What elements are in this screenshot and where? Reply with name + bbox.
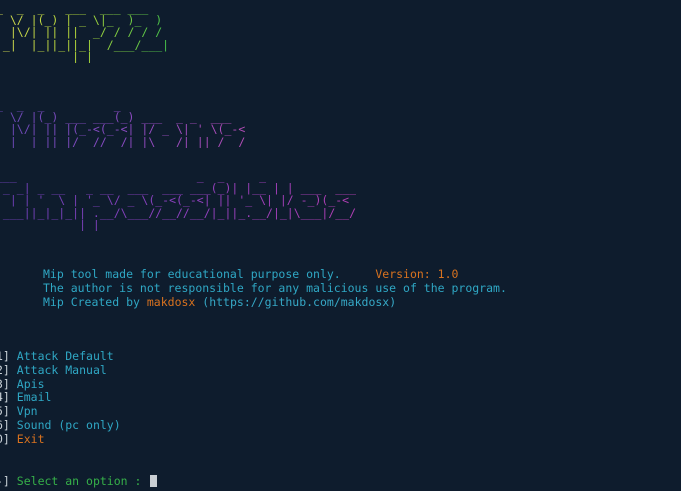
author-url: (https://github.com/makdosx) [202, 295, 397, 309]
menu-item-attack-manual[interactable]: 2] Attack Manual [0, 363, 121, 378]
terminal-cursor[interactable] [150, 475, 158, 487]
impossibles-ascii-banner: ___ _ _ _ |_ _| _ __ _ __ ___ ___ ___(_)… [0, 170, 356, 231]
mip22-ascii-logo: _ _ _ ___ ___ ___ | \/ |(_) | _ \|_ )_ )… [0, 2, 169, 63]
menu-item-apis[interactable]: 3] Apis [0, 377, 121, 392]
author-name: makdosx [146, 295, 196, 309]
main-menu: 1] Attack Default 2] Attack Manual 3] Ap… [0, 349, 121, 447]
version-label: Version: 1.0 [375, 267, 459, 281]
info-line-credits: Mip Created by makdosx (https://github.c… [43, 295, 397, 309]
menu-item-vpn[interactable]: 5] Vpn [0, 404, 121, 419]
menu-item-attack-default[interactable]: 1] Attack Default [0, 349, 121, 364]
menu-item-exit[interactable]: 0] Exit [0, 432, 121, 447]
option-prompt[interactable]: -] Select an option : [0, 474, 158, 488]
missions-ascii-banner: _ _ _ _ | \/ |(_) ___ ___(_) ___ _ _ ___… [0, 99, 245, 148]
menu-item-email[interactable]: 4] Email [0, 390, 121, 405]
prompt-text: Select an option : [16, 474, 142, 488]
info-line-purpose: Mip tool made for educational purpose on… [43, 267, 459, 281]
info-line-disclaimer: The author is not responsible for any ma… [43, 281, 507, 295]
menu-item-sound[interactable]: 6] Sound (pc only) [0, 418, 121, 433]
